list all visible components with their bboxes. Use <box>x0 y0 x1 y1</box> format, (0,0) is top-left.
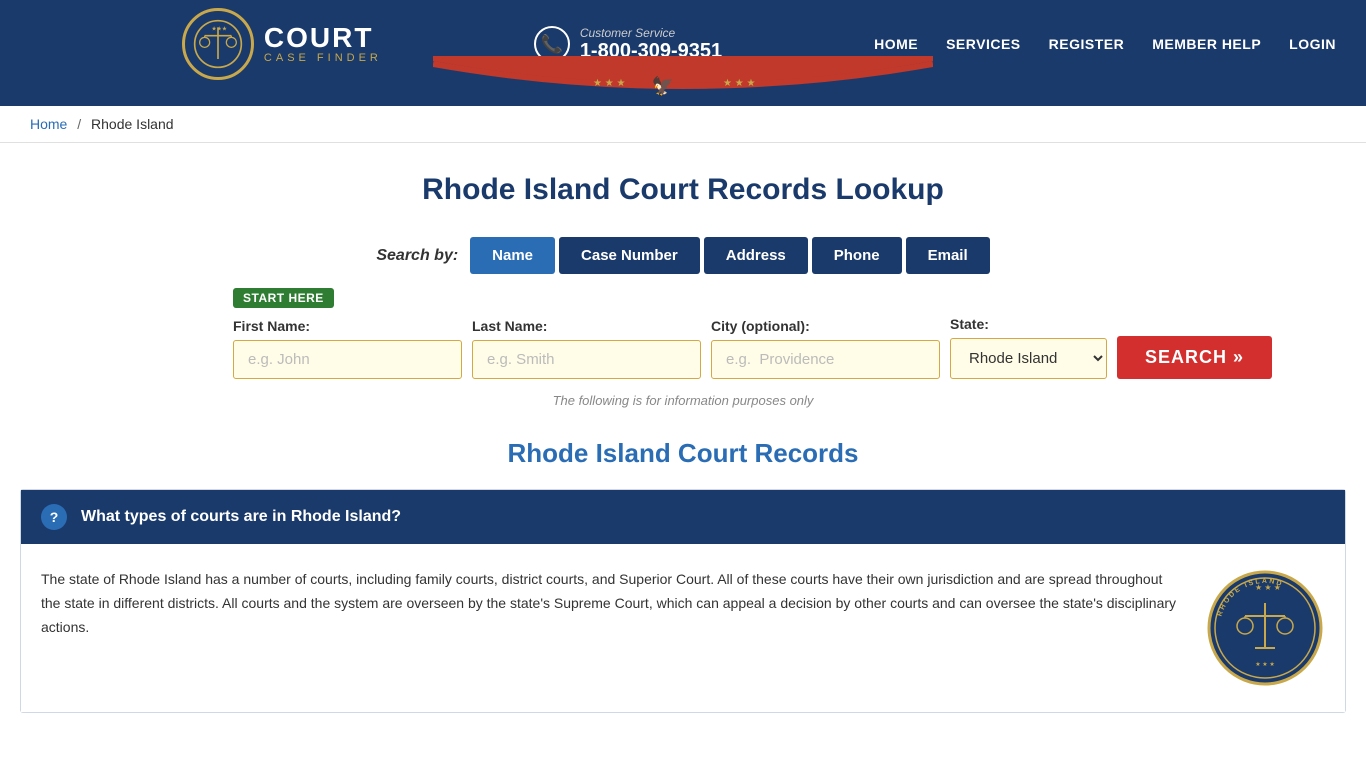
first-name-group: First Name: <box>233 318 462 379</box>
nav-register[interactable]: REGISTER <box>1049 36 1125 52</box>
nav-home[interactable]: HOME <box>874 36 918 52</box>
city-input[interactable] <box>711 340 940 379</box>
first-name-label: First Name: <box>233 318 462 334</box>
tab-address[interactable]: Address <box>704 237 808 274</box>
tab-phone[interactable]: Phone <box>812 237 902 274</box>
city-label: City (optional): <box>711 318 940 334</box>
main-nav: HOME SERVICES REGISTER MEMBER HELP LOGIN <box>874 36 1336 52</box>
search-by-label: Search by: <box>376 247 458 265</box>
nav-login[interactable]: LOGIN <box>1289 36 1336 52</box>
search-button[interactable]: SEARCH » <box>1117 336 1272 379</box>
svg-text:★ ★ ★: ★ ★ ★ <box>593 78 625 89</box>
state-group: State: Rhode IslandAlabamaAlaskaArizonaA… <box>950 316 1107 379</box>
faq-question: What types of courts are in Rhode Island… <box>81 508 401 526</box>
last-name-group: Last Name: <box>472 318 701 379</box>
breadcrumb: Home / Rhode Island <box>0 106 1366 143</box>
info-note: The following is for information purpose… <box>233 393 1133 408</box>
svg-text:★ ★ ★: ★ ★ ★ <box>723 78 755 89</box>
tab-name[interactable]: Name <box>470 237 555 274</box>
faq-icon: ? <box>41 504 67 530</box>
state-label: State: <box>950 316 1107 332</box>
ribbon-bar: 🦅 ★ ★ ★ ★ ★ ★ <box>0 88 1366 106</box>
main-content: Rhode Island Court Records Lookup Search… <box>0 143 1366 733</box>
tab-case-number[interactable]: Case Number <box>559 237 700 274</box>
search-tabs: Name Case Number Address Phone Email <box>470 237 989 274</box>
start-here-text: START HERE <box>233 288 334 308</box>
cs-label: Customer Service <box>580 26 722 40</box>
svg-text:🦅: 🦅 <box>652 75 674 96</box>
last-name-input[interactable] <box>472 340 701 379</box>
breadcrumb-separator: / <box>77 116 81 132</box>
records-section-title: Rhode Island Court Records <box>20 438 1346 469</box>
tab-email[interactable]: Email <box>906 237 990 274</box>
page-title: Rhode Island Court Records Lookup <box>20 173 1346 207</box>
search-form: First Name: Last Name: City (optional): … <box>233 316 1133 379</box>
state-select[interactable]: Rhode IslandAlabamaAlaskaArizonaArkansas… <box>950 338 1107 379</box>
faq-body: The state of Rhode Island has a number o… <box>21 544 1345 712</box>
svg-text:★ ★ ★: ★ ★ ★ <box>1255 583 1281 592</box>
nav-member-help[interactable]: MEMBER HELP <box>1152 36 1261 52</box>
search-section: Search by: Name Case Number Address Phon… <box>233 237 1133 408</box>
faq-header[interactable]: ? What types of courts are in Rhode Isla… <box>21 490 1345 544</box>
first-name-input[interactable] <box>233 340 462 379</box>
logo-area[interactable]: ★★★ COURT CASE FINDER <box>182 8 382 80</box>
logo-circle: ★★★ <box>182 8 254 80</box>
faq-answer: The state of Rhode Island has a number o… <box>41 568 1185 639</box>
breadcrumb-home[interactable]: Home <box>30 116 67 132</box>
breadcrumb-current: Rhode Island <box>91 116 174 132</box>
ri-seal-icon: RHODE ISLAND ★ ★ ★ ★ ★ ★ <box>1205 568 1325 688</box>
nav-services[interactable]: SERVICES <box>946 36 1021 52</box>
search-by-row: Search by: Name Case Number Address Phon… <box>233 237 1133 274</box>
ribbon-svg: 🦅 ★ ★ ★ ★ ★ ★ <box>433 56 933 106</box>
start-here-badge: START HERE <box>233 288 1133 316</box>
logo-text: COURT CASE FINDER <box>264 24 382 64</box>
logo-finder-label: CASE FINDER <box>264 52 382 64</box>
faq-item: ? What types of courts are in Rhode Isla… <box>20 489 1346 713</box>
logo-court-label: COURT <box>264 24 382 52</box>
svg-text:★★★: ★★★ <box>211 26 227 33</box>
city-group: City (optional): <box>711 318 940 379</box>
svg-text:★ ★ ★: ★ ★ ★ <box>1255 661 1274 668</box>
last-name-label: Last Name: <box>472 318 701 334</box>
